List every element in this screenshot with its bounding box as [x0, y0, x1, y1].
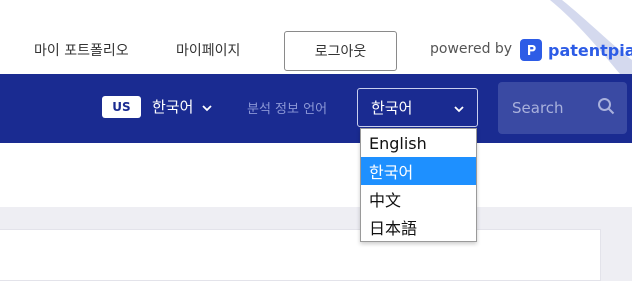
chevron-down-icon — [454, 99, 464, 117]
powered-by-text: powered by — [430, 41, 513, 57]
analysis-language-dropdown: English 한국어 中文 日本語 — [360, 128, 477, 242]
patentpia-brand[interactable]: patentpia — [520, 39, 632, 61]
chevron-down-icon — [202, 98, 213, 116]
search-icon[interactable] — [597, 97, 615, 119]
language-option-chinese[interactable]: 中文 — [361, 185, 476, 213]
my-portfolio-link[interactable]: 마이 포트폴리오 — [34, 40, 129, 60]
patentpia-logo-icon — [520, 39, 542, 61]
top-utility-bar: 마이 포트폴리오 마이페이지 로그아웃 powered by patentpia — [0, 0, 632, 74]
analysis-language-label: 분석 정보 언어 — [247, 102, 328, 117]
search-box[interactable]: Search — [498, 82, 627, 134]
my-page-link[interactable]: 마이페이지 — [176, 40, 240, 60]
language-option-japanese[interactable]: 日本語 — [361, 213, 476, 241]
language-option-korean[interactable]: 한국어 — [361, 157, 476, 185]
language-option-english[interactable]: English — [361, 129, 476, 157]
logout-button[interactable]: 로그아웃 — [284, 31, 397, 71]
interface-language-label: 한국어 — [152, 98, 194, 116]
analysis-language-select[interactable]: 한국어 — [357, 88, 478, 127]
interface-language-toggle[interactable]: 한국어 — [152, 96, 213, 117]
content-card — [0, 229, 601, 281]
main-navbar: US 한국어 분석 정보 언어 한국어 Search — [0, 74, 632, 143]
region-badge[interactable]: US — [102, 96, 141, 118]
analysis-language-value: 한국어 — [371, 99, 413, 117]
search-input[interactable]: Search — [512, 99, 564, 117]
brand-name: patentpia — [548, 40, 632, 60]
